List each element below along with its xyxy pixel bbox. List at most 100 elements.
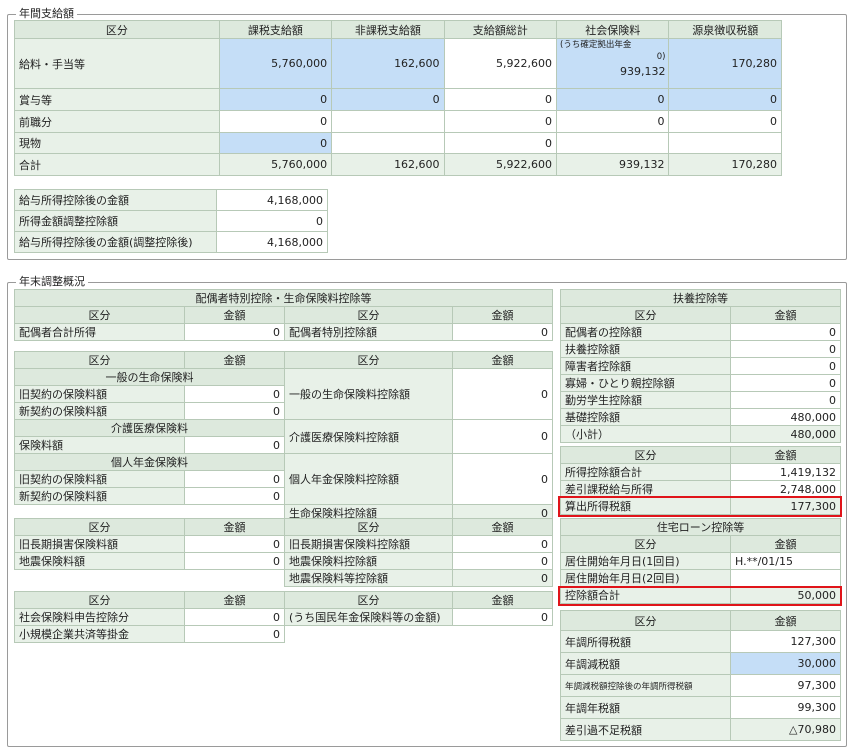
spouse-special-label: 配偶者特別控除額 (284, 323, 453, 341)
dependent-deduction-label: 扶養控除額 (560, 340, 731, 358)
small-business-value: 0 (184, 625, 285, 643)
salary-taxable[interactable]: 5,760,000 (218, 38, 333, 89)
dependents-table: 扶養控除等 区分 金額 配偶者の控除額 0 扶養控除額 0 障害者控除額 0 寡婦・ひ… (560, 289, 841, 443)
header-taxable: 課税支給額 (218, 20, 333, 39)
earthquake-insurance-table: 区分 金額 区分 金額 旧長期損害保険料額 0 旧長期損害保険料控除額 0 地震… (14, 518, 553, 587)
bonus-taxable[interactable]: 0 (218, 88, 333, 111)
amount-header: 金額 (730, 446, 841, 464)
salary-total: 5,922,600 (443, 38, 558, 89)
header-kubun: 区分 (14, 20, 220, 39)
salary-label: 給料・手当等 (14, 38, 220, 89)
annual-payment-section: 年間支給額 区分 課税支給額 非課税支給額 支給額総計 社会保険料 源泉徴収税額… (7, 7, 847, 260)
table-row: 所得金額調整控除額 0 (14, 210, 328, 232)
national-pension-value: 0 (452, 608, 553, 626)
new-contract-value: 0 (184, 402, 285, 420)
table-row: 年調年税額 99,300 (560, 696, 841, 719)
table-row: 合計 5,760,000 162,600 5,922,600 939,132 1… (14, 153, 782, 176)
kubun-header: 区分 (560, 535, 731, 553)
computed-tax-value: 177,300 (730, 497, 841, 515)
amount-header: 金額 (729, 535, 842, 553)
care-medical-deduction-value: 0 (452, 419, 553, 454)
annual-income-tax-value: 127,300 (730, 630, 841, 653)
old-longterm-label: 旧長期損害保険料額 (14, 535, 185, 553)
table-row: 年調減税額控除後の年調所得税額 97,300 (560, 674, 841, 697)
balance-tax-label: 差引過不足税額 (560, 718, 731, 741)
amount-header: 金額 (730, 610, 841, 631)
table-row: 差引過不足税額 △70,980 (560, 718, 841, 741)
after-adjustment-value: 4,168,000 (216, 231, 328, 253)
disability-deduction-label: 障害者控除額 (560, 357, 731, 375)
kubun-header: 区分 (14, 306, 185, 324)
social-declared-value: 0 (184, 608, 285, 626)
taxable-income-value: 2,748,000 (730, 480, 841, 498)
salary-nontaxable[interactable]: 162,600 (331, 38, 445, 89)
prev-job-label: 前職分 (14, 110, 220, 133)
bonus-nontaxable[interactable]: 0 (331, 88, 445, 111)
salary-withholding[interactable]: 170,280 (668, 38, 782, 89)
amount-header: 金額 (452, 518, 553, 536)
annual-payment-legend: 年間支給額 (16, 7, 77, 21)
after-adjustment-label: 給与所得控除後の金額(調整控除後) (14, 231, 217, 253)
prev-job-withholding[interactable]: 0 (668, 110, 782, 133)
basic-deduction-value: 480,000 (730, 408, 841, 426)
small-business-label: 小規模企業共済等掛金 (14, 625, 185, 643)
taxable-income-label: 差引課税給与所得 (560, 480, 731, 498)
adjustment-deduction-value: 0 (216, 210, 328, 232)
tax-reduction-label: 年調減税額 (560, 652, 731, 675)
in-kind-withholding (668, 132, 782, 154)
disability-deduction-value: 0 (730, 357, 841, 375)
table-row: 旧長期損害保険料額 0 旧長期損害保険料控除額 0 (14, 535, 553, 553)
general-life-title: 一般の生命保険料 (14, 368, 285, 386)
table-row: 社会保険料申告控除分 0 (うち国民年金保険料等の金額) 0 (14, 608, 553, 626)
table-row: 所得控除額合計 1,419,132 (560, 463, 841, 481)
table-row: 基礎控除額 480,000 (560, 408, 841, 426)
subtotal-value: 480,000 (730, 425, 841, 443)
annual-tax-value: 99,300 (730, 696, 841, 719)
annual-income-tax-label: 年調所得税額 (560, 630, 731, 653)
table-row: 居住開始年月日(2回目) (560, 569, 842, 587)
table-row: 勤労学生控除額 0 (560, 391, 841, 409)
amount-header: 金額 (184, 518, 285, 536)
care-medical-title: 介護医療保険料 (14, 419, 285, 437)
pension-old-label: 旧契約の保険料額 (14, 470, 185, 488)
header-nontaxable: 非課税支給額 (331, 20, 445, 39)
sum-social-insurance: 939,132 (556, 153, 670, 176)
amount-header: 金額 (730, 306, 841, 324)
move-in-date-2-value (729, 569, 842, 587)
care-premium-value: 0 (184, 436, 285, 454)
bonus-social-insurance[interactable]: 0 (556, 88, 670, 111)
prev-job-nontaxable[interactable] (331, 110, 445, 133)
after-deduction-label: 給与所得控除後の金額 (14, 189, 217, 211)
kubun-header: 区分 (560, 306, 731, 324)
in-kind-nontaxable (331, 132, 445, 154)
in-kind-social-insurance (556, 132, 670, 154)
table-row: 賞与等 0 0 0 0 0 (14, 88, 782, 111)
table-row: 差引課税給与所得 2,748,000 (560, 480, 841, 498)
housing-deduction-total-value: 50,000 (729, 586, 842, 604)
table-row: 年調減税額 30,000 (560, 652, 841, 675)
after-reduction-tax-value: 97,300 (730, 674, 841, 697)
housing-deduction-total-label: 控除額合計 (560, 586, 731, 604)
table-row: 地震保険料額 0 地震保険料控除額 0 (14, 552, 553, 570)
kubun-header: 区分 (14, 591, 185, 609)
bonus-withholding[interactable]: 0 (668, 88, 782, 111)
annual-tax-label: 年調年税額 (560, 696, 731, 719)
table-row: 給与所得控除後の金額 4,168,000 (14, 189, 328, 211)
table-row: 配偶者の控除額 0 (560, 323, 841, 341)
table-row: 年調所得税額 127,300 (560, 630, 841, 653)
table-row: 控除額合計 50,000 (560, 586, 842, 604)
prev-job-taxable[interactable]: 0 (218, 110, 333, 133)
old-longterm-deduction-label: 旧長期損害保険料控除額 (284, 535, 453, 553)
annual-payment-table: 区分 課税支給額 非課税支給額 支給額総計 社会保険料 源泉徴収税額 給料・手当… (14, 20, 782, 176)
earthquake-deduction-value: 0 (452, 552, 553, 570)
bonus-label: 賞与等 (14, 88, 220, 111)
kubun-header: 区分 (14, 351, 185, 369)
tax-calc-table: 区分 金額 所得控除額合計 1,419,132 差引課税給与所得 2,748,000… (560, 446, 841, 515)
tax-reduction-value[interactable]: 30,000 (730, 652, 841, 675)
salary-social-insurance[interactable]: (うち確定拠出年金 0) 939,132 (556, 38, 670, 89)
widow-deduction-value: 0 (730, 374, 841, 392)
sum-label: 合計 (14, 153, 220, 176)
table-row: 小規模企業共済等掛金 0 (14, 625, 553, 643)
prev-job-social-insurance[interactable]: 0 (556, 110, 670, 133)
in-kind-taxable[interactable]: 0 (218, 132, 333, 154)
